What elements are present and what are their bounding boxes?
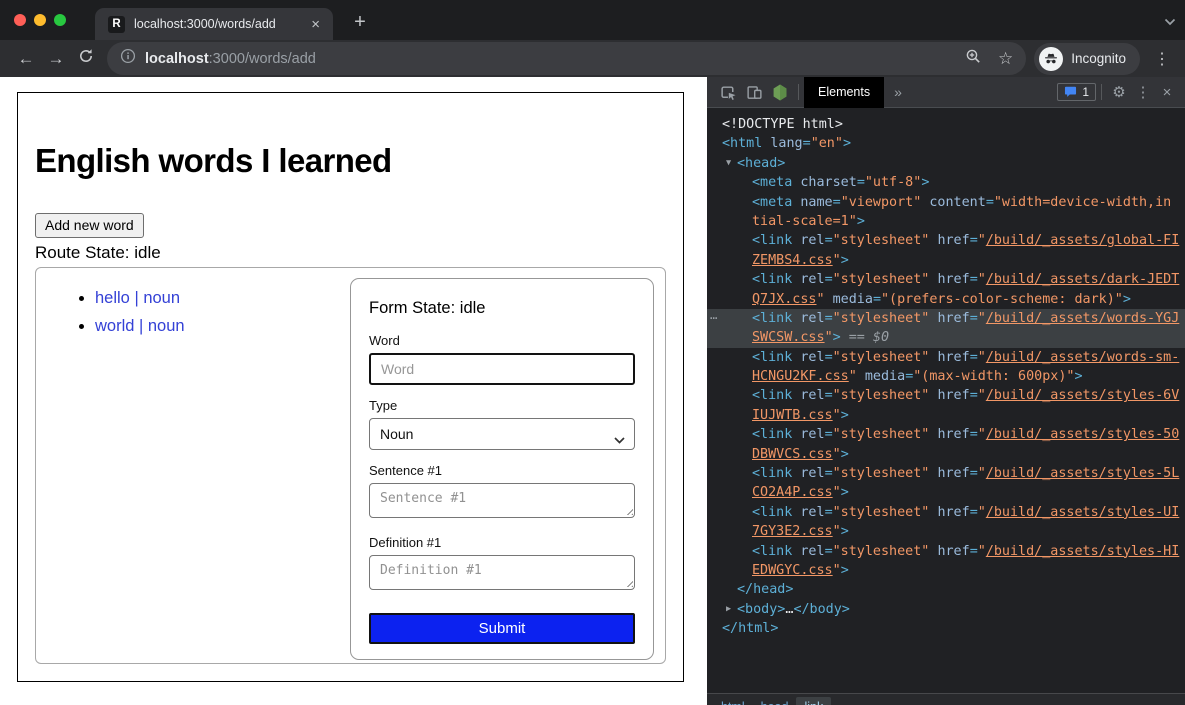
devtools-toolbar: Elements » 1 ⚙ ⋮ × <box>707 77 1185 108</box>
tab-close-icon[interactable]: × <box>308 16 323 33</box>
word-list-item: hello | noun <box>95 289 185 308</box>
devtools-code-line[interactable]: 7GY3E2.css"> <box>707 522 1185 541</box>
type-label: Type <box>369 398 635 413</box>
definition-textarea[interactable] <box>369 555 635 590</box>
type-select[interactable]: Noun <box>369 418 635 450</box>
devtools-code-line[interactable]: <!DOCTYPE html> <box>707 115 1185 134</box>
toolbar-divider <box>798 84 799 100</box>
add-word-form: Form State: idle Word Type Noun Sentenc <box>350 278 654 660</box>
browser-tab[interactable]: R localhost:3000/words/add × <box>95 8 333 40</box>
issues-count: 1 <box>1082 85 1089 99</box>
tab-title: localhost:3000/words/add <box>134 17 308 31</box>
devtools-code-line[interactable]: <link rel="stylesheet" href="/build/_ass… <box>707 425 1185 444</box>
bookmark-star-icon[interactable]: ☆ <box>998 49 1013 69</box>
dom-tree: <!DOCTYPE html><html lang="en">▼<head><m… <box>707 108 1185 639</box>
devtools-code-line[interactable]: <link rel="stylesheet" href="/build/_ass… <box>707 503 1185 522</box>
devtools-code-line[interactable]: <link rel="stylesheet" href="/build/_ass… <box>707 270 1185 289</box>
devtools-code-line[interactable]: DBWVCS.css"> <box>707 445 1185 464</box>
devtools-menu-kebab-icon[interactable]: ⋮ <box>1131 83 1155 101</box>
browser-toolbar: ← → localhost:3000/words/add ☆ Incognito… <box>0 40 1185 77</box>
address-bar[interactable]: localhost:3000/words/add ☆ <box>107 42 1026 75</box>
word-input[interactable] <box>369 353 635 385</box>
issues-counter[interactable]: 1 <box>1057 83 1096 101</box>
devtools-code-line[interactable]: CO2A4P.css"> <box>707 483 1185 502</box>
words-panel: hello | noun world | noun Form State: idl… <box>35 267 666 664</box>
page-info-icon[interactable] <box>120 48 136 69</box>
maximize-window-button[interactable] <box>54 14 66 26</box>
search-tabs-chevron-icon[interactable] <box>1164 13 1176 31</box>
incognito-badge: Incognito <box>1034 43 1140 75</box>
devtools-code-line[interactable]: EDWGYC.css"> <box>707 561 1185 580</box>
devtools-code-line[interactable]: ▼<head> <box>707 154 1185 173</box>
devtools-code-line[interactable]: HCNGU2KF.css" media="(max-width: 600px)"… <box>707 367 1185 386</box>
breadcrumb-head[interactable]: head <box>753 697 797 705</box>
settings-gear-icon[interactable]: ⚙ <box>1107 83 1131 101</box>
devtools-code-line[interactable]: <link rel="stylesheet" href="/build/_ass… <box>707 348 1185 367</box>
url-text[interactable]: localhost:3000/words/add <box>145 51 316 67</box>
devtools-code-line[interactable]: <meta name="viewport" content="width=dev… <box>707 193 1185 212</box>
devtools-panel: Elements » 1 ⚙ ⋮ × <!DOCTYPE html><html … <box>707 77 1185 705</box>
devtools-code-line[interactable]: <html lang="en"> <box>707 134 1185 153</box>
devtools-code-line[interactable]: </html> <box>707 619 1185 638</box>
web-page: English words I learned Add new word Rou… <box>0 77 707 705</box>
incognito-label: Incognito <box>1071 51 1126 66</box>
devtools-code-line[interactable]: ZEMBS4.css"> <box>707 251 1185 270</box>
minimize-window-button[interactable] <box>34 14 46 26</box>
devtools-code-line[interactable]: </head> <box>707 580 1185 599</box>
word-list-item: world | noun <box>95 317 185 336</box>
breadcrumb-link[interactable]: link <box>796 697 831 705</box>
add-new-word-button[interactable]: Add new word <box>35 213 144 238</box>
devtools-code-line[interactable]: SWCSW.css"> == $0 <box>707 328 1185 347</box>
remix-favicon-icon: R <box>108 16 125 33</box>
inspect-element-icon[interactable] <box>715 79 741 105</box>
page-title: English words I learned <box>35 142 666 180</box>
devtools-code-line[interactable]: <link rel="stylesheet" href="/build/_ass… <box>707 464 1185 483</box>
devtools-code-line[interactable]: <link rel="stylesheet" href="/build/_ass… <box>707 542 1185 561</box>
definition-label: Definition #1 <box>369 535 635 550</box>
reload-button[interactable] <box>71 48 101 69</box>
tab-elements[interactable]: Elements <box>804 77 884 108</box>
back-button[interactable]: ← <box>11 49 41 69</box>
sentence-textarea[interactable] <box>369 483 635 518</box>
window-controls <box>14 14 66 26</box>
devtools-code-line[interactable]: ▶<body>…</body> <box>707 600 1185 619</box>
breadcrumb-html[interactable]: html <box>713 697 753 705</box>
route-state-text: Route State: idle <box>35 243 666 263</box>
devtools-code-line[interactable]: tial-scale=1"> <box>707 212 1185 231</box>
sentence-label: Sentence #1 <box>369 463 635 478</box>
browser-menu-kebab-icon[interactable]: ⋮ <box>1150 49 1174 69</box>
devtools-code-line[interactable]: Q7JX.css" media="(prefers-color-scheme: … <box>707 290 1185 309</box>
app-container: English words I learned Add new word Rou… <box>17 92 684 682</box>
forward-button[interactable]: → <box>41 49 71 69</box>
word-link[interactable]: world | noun <box>95 317 185 335</box>
disclosure-triangle-icon[interactable]: ▶ <box>726 600 731 619</box>
tab-strip: R localhost:3000/words/add × + <box>0 0 1185 40</box>
more-tabs-icon[interactable]: » <box>884 84 912 100</box>
devtools-code-line[interactable]: <link rel="stylesheet" href="/build/_ass… <box>707 231 1185 250</box>
submit-button[interactable]: Submit <box>369 613 635 644</box>
devtools-code-line[interactable]: ⋯<link rel="stylesheet" href="/build/_as… <box>707 309 1185 328</box>
close-window-button[interactable] <box>14 14 26 26</box>
form-state-text: Form State: idle <box>369 299 635 318</box>
word-label: Word <box>369 333 635 348</box>
toolbar-divider <box>1101 84 1102 100</box>
incognito-icon <box>1039 47 1063 71</box>
disclosure-triangle-icon[interactable]: ▼ <box>726 154 731 173</box>
devtools-breadcrumb-bar: htmlheadlink <box>707 693 1185 705</box>
word-list: hello | noun world | noun <box>36 289 185 345</box>
devtools-code-line[interactable]: <link rel="stylesheet" href="/build/_ass… <box>707 386 1185 405</box>
issues-bubble-icon <box>1064 86 1077 98</box>
node-js-icon[interactable] <box>767 79 793 105</box>
close-devtools-icon[interactable]: × <box>1155 84 1179 101</box>
word-link[interactable]: hello | noun <box>95 289 180 307</box>
devtools-code-line[interactable]: <meta charset="utf-8"> <box>707 173 1185 192</box>
zoom-page-icon[interactable] <box>965 48 982 70</box>
new-tab-button[interactable]: + <box>345 7 375 37</box>
toggle-device-toolbar-icon[interactable] <box>741 79 767 105</box>
devtools-code-line[interactable]: IUJWTB.css"> <box>707 406 1185 425</box>
node-options-dots-icon[interactable]: ⋯ <box>710 309 716 328</box>
